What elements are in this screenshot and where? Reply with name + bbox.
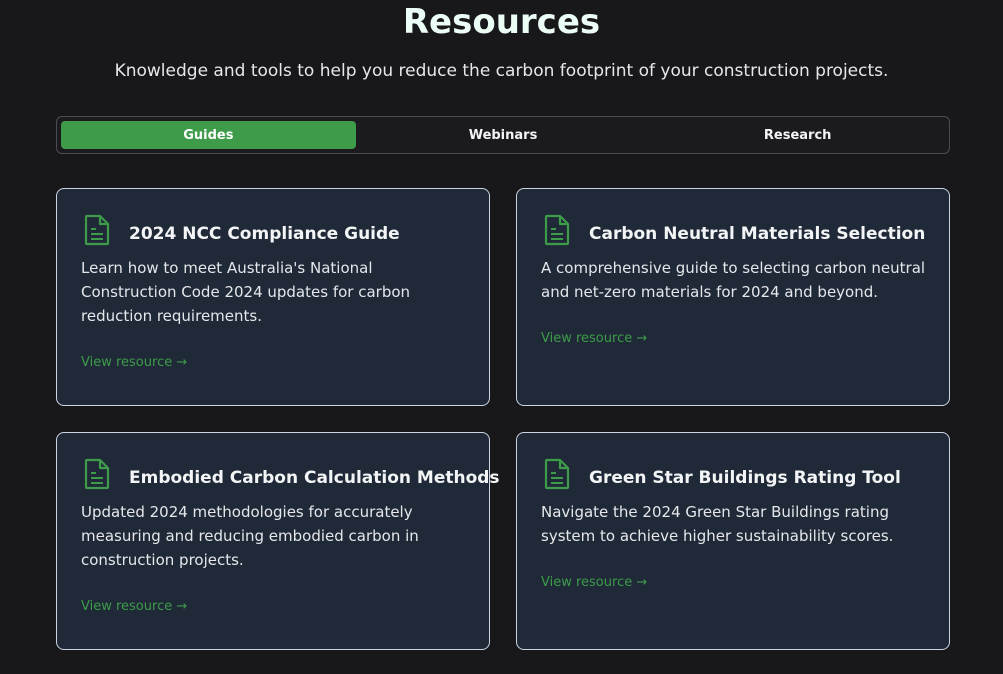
card-title: Carbon Neutral Materials Selection [589, 224, 926, 244]
view-resource-link[interactable]: View resource → [541, 575, 647, 590]
document-icon [543, 214, 571, 246]
resource-card: Green Star Buildings Rating Tool Navigat… [516, 432, 950, 650]
resources-page: Resources Knowledge and tools to help yo… [0, 0, 1003, 674]
card-description: A comprehensive guide to selecting carbo… [541, 259, 926, 301]
page-subtitle: Knowledge and tools to help you reduce t… [114, 61, 889, 81]
document-icon [83, 458, 111, 490]
tab-guides[interactable]: Guides [61, 121, 356, 149]
card-description: Learn how to meet Australia's National C… [81, 259, 411, 325]
card-title: Green Star Buildings Rating Tool [589, 468, 901, 488]
page-title: Resources [402, 2, 601, 42]
card-title: Embodied Carbon Calculation Methods [129, 468, 500, 488]
card-description: Updated 2024 methodologies for accuratel… [81, 503, 419, 569]
resource-card: 2024 NCC Compliance Guide Learn how to m… [56, 188, 490, 406]
document-icon [543, 458, 571, 490]
document-icon [83, 214, 111, 246]
tab-research[interactable]: Research [650, 121, 945, 149]
resource-card: Embodied Carbon Calculation Methods Upda… [56, 432, 500, 650]
resource-card: Carbon Neutral Materials Selection A com… [516, 188, 950, 406]
view-resource-link[interactable]: View resource → [81, 599, 187, 614]
resource-tabs: Guides Webinars Research [56, 116, 950, 154]
view-resource-link[interactable]: View resource → [81, 355, 187, 370]
card-title: 2024 NCC Compliance Guide [129, 224, 400, 244]
card-description: Navigate the 2024 Green Star Buildings r… [541, 503, 894, 545]
view-resource-link[interactable]: View resource → [541, 331, 647, 346]
tab-webinars[interactable]: Webinars [356, 121, 651, 149]
